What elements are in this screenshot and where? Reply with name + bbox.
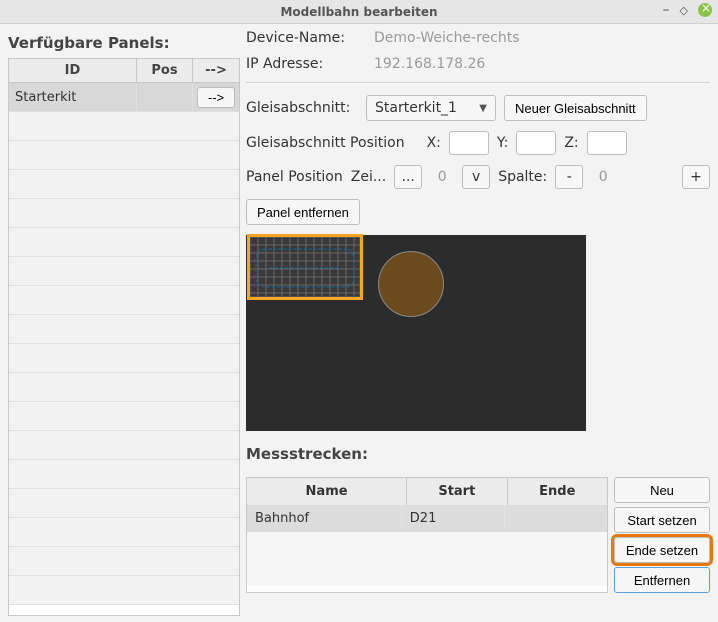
col-header-end[interactable]: Ende — [508, 478, 607, 505]
available-panels-title: Verfügbare Panels: — [8, 34, 240, 52]
panel-row-empty — [9, 228, 239, 257]
panel-row[interactable]: Starterkit --> — [9, 83, 239, 112]
go-button[interactable]: --> — [197, 87, 235, 108]
track-element-icon[interactable] — [378, 251, 444, 317]
panel-row-empty — [9, 373, 239, 402]
panel-row-empty — [9, 431, 239, 460]
panel-row-empty — [9, 344, 239, 373]
device-name-value: Demo-Weiche-rechts — [374, 30, 520, 46]
section-pos-label: Gleisabschnitt Position — [246, 135, 405, 151]
row-value: 0 — [430, 169, 454, 185]
panel-row-empty — [9, 576, 239, 605]
minimap-grid-icon — [250, 237, 360, 297]
panel-row-empty — [9, 315, 239, 344]
panel-row-empty — [9, 518, 239, 547]
col-value: 0 — [591, 169, 615, 185]
preview-canvas[interactable] — [246, 235, 586, 431]
available-panels-table: ID Pos --> Starterkit --> — [8, 58, 240, 616]
col-label: Spalte: — [498, 169, 547, 185]
y-label: Y: — [497, 135, 508, 151]
minimize-icon[interactable]: – — [663, 2, 670, 18]
panel-row-empty — [9, 547, 239, 576]
ip-label: IP Adresse: — [246, 56, 366, 72]
col-minus-button[interactable]: - — [555, 165, 583, 189]
mess-new-button[interactable]: Neu — [614, 477, 710, 503]
mess-row-empty — [247, 532, 607, 586]
ip-value: 192.168.178.26 — [374, 56, 485, 72]
separator — [246, 82, 710, 83]
window-title: Modellbahn bearbeiten — [280, 5, 437, 19]
device-name-label: Device-Name: — [246, 30, 366, 46]
panel-row-empty — [9, 257, 239, 286]
panel-row-empty — [9, 199, 239, 228]
mess-set-end-button[interactable]: Ende setzen — [614, 537, 710, 563]
x-input[interactable] — [449, 131, 489, 155]
remove-panel-button[interactable]: Panel entfernen — [246, 199, 360, 225]
panel-row-empty — [9, 141, 239, 170]
row-v-button[interactable]: v — [462, 165, 490, 189]
mess-set-start-button[interactable]: Start setzen — [614, 507, 710, 533]
y-input[interactable] — [516, 131, 556, 155]
panel-row-pos — [137, 83, 193, 111]
panel-row-id: Starterkit — [9, 83, 137, 111]
new-section-button[interactable]: Neuer Gleisabschnitt — [504, 95, 647, 121]
panel-row-empty — [9, 112, 239, 141]
mess-row-end — [505, 505, 607, 532]
close-icon[interactable] — [698, 3, 712, 17]
section-label: Gleisabschnitt: — [246, 100, 358, 116]
col-plus-button[interactable]: + — [682, 165, 710, 189]
col-header-id[interactable]: ID — [9, 59, 137, 82]
chevron-down-icon: ▼ — [479, 103, 487, 114]
mess-row-start: D21 — [402, 505, 505, 532]
maximize-icon[interactable]: ◇ — [680, 4, 688, 17]
minimap[interactable] — [250, 237, 360, 297]
z-input[interactable] — [587, 131, 627, 155]
panel-row-empty — [9, 286, 239, 315]
col-header-go[interactable]: --> — [193, 59, 239, 82]
panel-row-empty — [9, 489, 239, 518]
panel-row-empty — [9, 170, 239, 199]
row-label: Zei... — [351, 169, 386, 185]
z-label: Z: — [564, 135, 578, 151]
section-dropdown[interactable]: Starterkit_1 ▼ — [366, 95, 496, 121]
mess-row-name: Bahnhof — [247, 505, 402, 532]
panel-pos-label: Panel Position — [246, 169, 343, 185]
x-label: X: — [427, 135, 441, 151]
row-ellipsis-button[interactable]: ... — [394, 165, 422, 189]
title-bar: Modellbahn bearbeiten – ◇ — [0, 0, 718, 24]
mess-remove-button[interactable]: Entfernen — [614, 567, 710, 593]
messstrecken-table: Name Start Ende Bahnhof D21 — [246, 477, 608, 593]
section-selected: Starterkit_1 — [375, 100, 457, 116]
col-header-pos[interactable]: Pos — [137, 59, 193, 82]
col-header-name[interactable]: Name — [247, 478, 407, 505]
mess-row[interactable]: Bahnhof D21 — [247, 505, 607, 532]
panel-row-empty — [9, 402, 239, 431]
col-header-start[interactable]: Start — [407, 478, 507, 505]
panel-row-empty — [9, 460, 239, 489]
messstrecken-title: Messstrecken: — [246, 445, 710, 463]
